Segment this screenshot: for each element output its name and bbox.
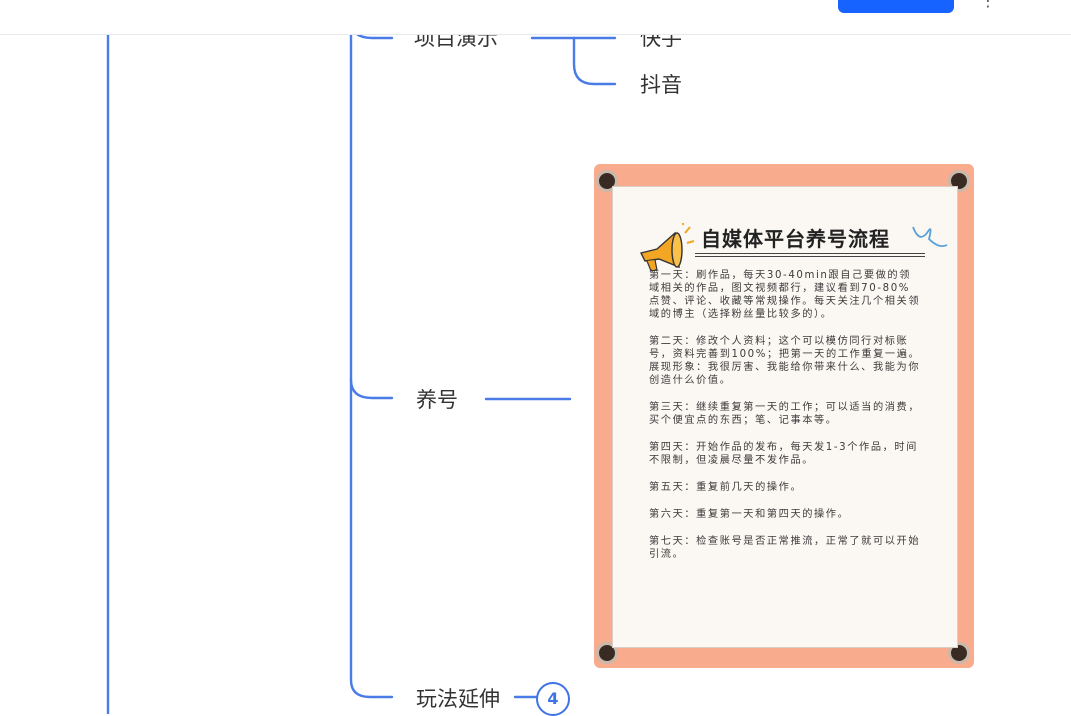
step-day-2: 第二天：修改个人资料；这个可以模仿同行对标账号，资料完善到100%；把第一天的工…: [649, 336, 921, 386]
branch-douyin: [572, 36, 617, 86]
branch-yanghao: [349, 378, 394, 400]
step-day-5: 第五天：重复前几天的操作。: [649, 482, 803, 493]
collapsed-count-badge[interactable]: 4: [536, 682, 570, 716]
node-extension[interactable]: 玩法延伸: [416, 683, 500, 713]
poster-paper: 自媒体平台养号流程 第一天：刷作品，每天30-40min跟自己要做的领域相关的作…: [612, 186, 958, 648]
toolbar-primary-button[interactable]: [838, 0, 954, 13]
poster-body: 第一天：刷作品，每天30-40min跟自己要做的领域相关的作品，图文视频都行，建…: [649, 269, 921, 575]
title-underline: [695, 253, 925, 257]
node-yanghao[interactable]: 养号: [416, 384, 458, 414]
step-day-7: 第七天：检查账号是否正常推流，正常了就可以开始引流。: [649, 536, 921, 560]
node-douyin[interactable]: 抖音: [640, 69, 682, 99]
spine-line: [349, 32, 394, 699]
process-poster-image[interactable]: 自媒体平台养号流程 第一天：刷作品，每天30-40min跟自己要做的领域相关的作…: [594, 164, 974, 668]
megaphone-icon: [639, 223, 695, 272]
step-day-4: 第四天：开始作品的发布，每天发1-3个作品，时间不限制，但凌晨尽量不发作品。: [649, 442, 918, 466]
step-day-3: 第三天：继续重复第一天的工作；可以适当的消费，买个便宜点的东西；笔、记事本等。: [649, 402, 921, 426]
more-icon[interactable]: ⋮: [980, 0, 996, 10]
poster-title: 自媒体平台养号流程: [701, 227, 890, 251]
step-day-6: 第六天：重复第一天和第四天的操作。: [649, 509, 850, 520]
step-day-1: 第一天：刷作品，每天30-40min跟自己要做的领域相关的作品，图文视频都行，建…: [649, 270, 921, 320]
